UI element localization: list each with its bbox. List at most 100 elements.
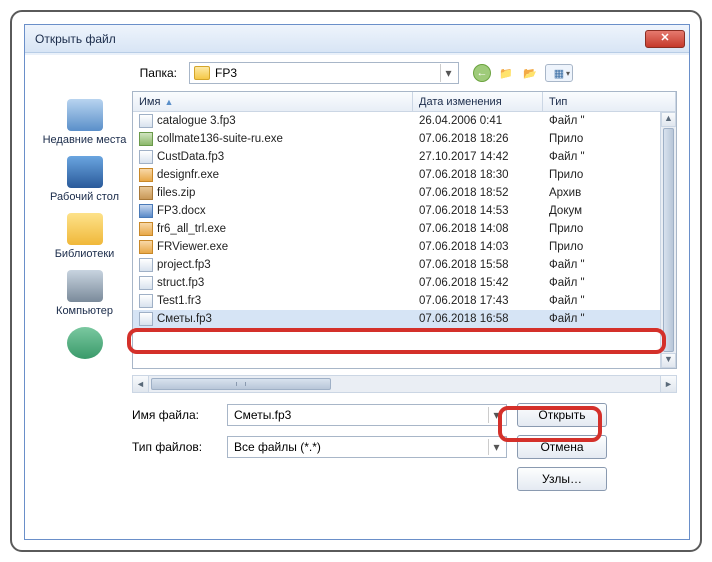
folder-value: FP3 bbox=[215, 66, 237, 80]
filename-input[interactable]: Сметы.fp3 ▾ bbox=[227, 404, 507, 426]
main-row: Недавние места Рабочий стол Библиотеки Комп… bbox=[37, 91, 677, 369]
place-icon bbox=[67, 327, 103, 359]
file-list: Имя▲ Дата изменения Тип catalogue 3.fp32… bbox=[132, 91, 677, 369]
place-label: Библиотеки bbox=[40, 248, 130, 260]
file-row[interactable]: designfr.exe 07.06.2018 18:30Прило bbox=[133, 166, 676, 184]
place-item[interactable]: Библиотеки bbox=[40, 209, 130, 264]
file-row[interactable]: collmate136-suite-ru.exe07.06.2018 18:26… bbox=[133, 130, 676, 148]
file-icon bbox=[139, 276, 153, 290]
hscroll-thumb[interactable] bbox=[151, 378, 331, 390]
filetype-row: Тип файлов: Все файлы (*.*) ▾ Отмена bbox=[132, 435, 677, 459]
place-label: Компьютер bbox=[40, 305, 130, 317]
col-name[interactable]: Имя▲ bbox=[133, 92, 413, 111]
horizontal-scrollbar[interactable]: ◄ ► bbox=[132, 375, 677, 393]
file-date: 07.06.2018 18:30 bbox=[413, 169, 543, 181]
file-date: 07.06.2018 14:53 bbox=[413, 205, 543, 217]
file-icon bbox=[139, 258, 153, 272]
scroll-thumb[interactable] bbox=[663, 128, 674, 352]
file-row[interactable]: catalogue 3.fp326.04.2006 0:41Файл " bbox=[133, 112, 676, 130]
filename-label: Имя файла: bbox=[132, 408, 217, 422]
file-name: designfr.exe bbox=[157, 169, 219, 181]
outer-frame: Открыть файл ✕ Папка: FP3 ▾ ← 📁 📂 ▦ Неда… bbox=[10, 10, 702, 552]
open-button[interactable]: Открыть bbox=[517, 403, 607, 427]
file-type: Прило bbox=[543, 223, 676, 235]
file-row[interactable]: FRViewer.exe07.06.2018 14:03Прило bbox=[133, 238, 676, 256]
file-name: catalogue 3.fp3 bbox=[157, 115, 236, 127]
file-type: Архив bbox=[543, 187, 676, 199]
place-icon bbox=[67, 213, 103, 245]
file-icon bbox=[139, 204, 153, 218]
file-type: Прило bbox=[543, 169, 676, 181]
bottom-fields: Имя файла: Сметы.fp3 ▾ Открыть Тип файло… bbox=[132, 403, 677, 491]
places-bar: Недавние места Рабочий стол Библиотеки Комп… bbox=[37, 91, 132, 369]
file-name: files.zip bbox=[157, 187, 195, 199]
place-item[interactable]: Компьютер bbox=[40, 266, 130, 321]
scroll-left-arrow[interactable]: ◄ bbox=[133, 376, 149, 392]
file-date: 07.06.2018 18:26 bbox=[413, 133, 543, 145]
place-icon bbox=[67, 270, 103, 302]
file-icon bbox=[139, 294, 153, 308]
file-type: Прило bbox=[543, 241, 676, 253]
chevron-down-icon: ▾ bbox=[488, 439, 504, 455]
file-row[interactable]: fr6_all_trl.exe07.06.2018 14:08Прило bbox=[133, 220, 676, 238]
place-icon bbox=[67, 156, 103, 188]
scroll-right-arrow[interactable]: ► bbox=[660, 376, 676, 392]
close-button[interactable]: ✕ bbox=[645, 30, 685, 48]
chevron-down-icon: ▾ bbox=[440, 64, 456, 82]
file-name: fr6_all_trl.exe bbox=[157, 223, 226, 235]
filetype-value: Все файлы (*.*) bbox=[234, 440, 321, 454]
filename-row: Имя файла: Сметы.fp3 ▾ Открыть bbox=[132, 403, 677, 427]
file-row[interactable]: Сметы.fp307.06.2018 16:58Файл " bbox=[133, 310, 676, 328]
scroll-down-arrow[interactable]: ▼ bbox=[661, 353, 676, 368]
place-icon bbox=[67, 99, 103, 131]
scroll-up-arrow[interactable]: ▲ bbox=[661, 112, 676, 127]
nodes-button[interactable]: Узлы… bbox=[517, 467, 607, 491]
file-row[interactable]: Test1.fr307.06.2018 17:43Файл " bbox=[133, 292, 676, 310]
file-icon bbox=[139, 132, 153, 146]
cancel-button[interactable]: Отмена bbox=[517, 435, 607, 459]
filetype-label: Тип файлов: bbox=[132, 440, 217, 454]
file-date: 07.06.2018 15:42 bbox=[413, 277, 543, 289]
file-name: Сметы.fp3 bbox=[157, 313, 212, 325]
folder-combo[interactable]: FP3 ▾ bbox=[189, 62, 459, 84]
vertical-scrollbar[interactable]: ▲ ▼ bbox=[660, 112, 676, 368]
file-row[interactable]: project.fp307.06.2018 15:58Файл " bbox=[133, 256, 676, 274]
chevron-down-icon: ▾ bbox=[488, 407, 504, 423]
file-date: 07.06.2018 15:58 bbox=[413, 259, 543, 271]
file-icon bbox=[139, 186, 153, 200]
file-name: struct.fp3 bbox=[157, 277, 204, 289]
file-type: Прило bbox=[543, 133, 676, 145]
folder-icon bbox=[194, 66, 210, 80]
up-folder-icon[interactable]: 📁 bbox=[497, 64, 515, 82]
new-folder-icon[interactable]: 📂 bbox=[521, 64, 539, 82]
file-icon bbox=[139, 150, 153, 164]
view-menu-icon[interactable]: ▦ bbox=[545, 64, 573, 82]
col-date[interactable]: Дата изменения bbox=[413, 92, 543, 111]
folder-label: Папка: bbox=[132, 66, 177, 80]
file-row[interactable]: FP3.docx07.06.2018 14:53Докум bbox=[133, 202, 676, 220]
file-name: FRViewer.exe bbox=[157, 241, 228, 253]
file-row[interactable]: CustData.fp327.10.2017 14:42Файл " bbox=[133, 148, 676, 166]
file-type: Докум bbox=[543, 205, 676, 217]
open-file-dialog: Открыть файл ✕ Папка: FP3 ▾ ← 📁 📂 ▦ Неда… bbox=[24, 24, 690, 540]
sort-arrow-icon: ▲ bbox=[164, 97, 173, 107]
nodes-row: Узлы… bbox=[517, 467, 677, 491]
file-type: Файл " bbox=[543, 295, 676, 307]
file-icon bbox=[139, 222, 153, 236]
place-item[interactable]: Рабочий стол bbox=[40, 152, 130, 207]
place-label: Недавние места bbox=[40, 134, 130, 146]
place-item[interactable] bbox=[40, 323, 130, 366]
filetype-select[interactable]: Все файлы (*.*) ▾ bbox=[227, 436, 507, 458]
place-item[interactable]: Недавние места bbox=[40, 95, 130, 150]
file-name: CustData.fp3 bbox=[157, 151, 224, 163]
hscroll-track bbox=[333, 376, 660, 392]
col-type[interactable]: Тип bbox=[543, 92, 676, 111]
back-icon[interactable]: ← bbox=[473, 64, 491, 82]
file-icon bbox=[139, 114, 153, 128]
file-row[interactable]: struct.fp307.06.2018 15:42Файл " bbox=[133, 274, 676, 292]
file-date: 07.06.2018 17:43 bbox=[413, 295, 543, 307]
file-type: Файл " bbox=[543, 259, 676, 271]
place-label: Рабочий стол bbox=[40, 191, 130, 203]
file-row[interactable]: files.zip07.06.2018 18:52Архив bbox=[133, 184, 676, 202]
file-date: 27.10.2017 14:42 bbox=[413, 151, 543, 163]
